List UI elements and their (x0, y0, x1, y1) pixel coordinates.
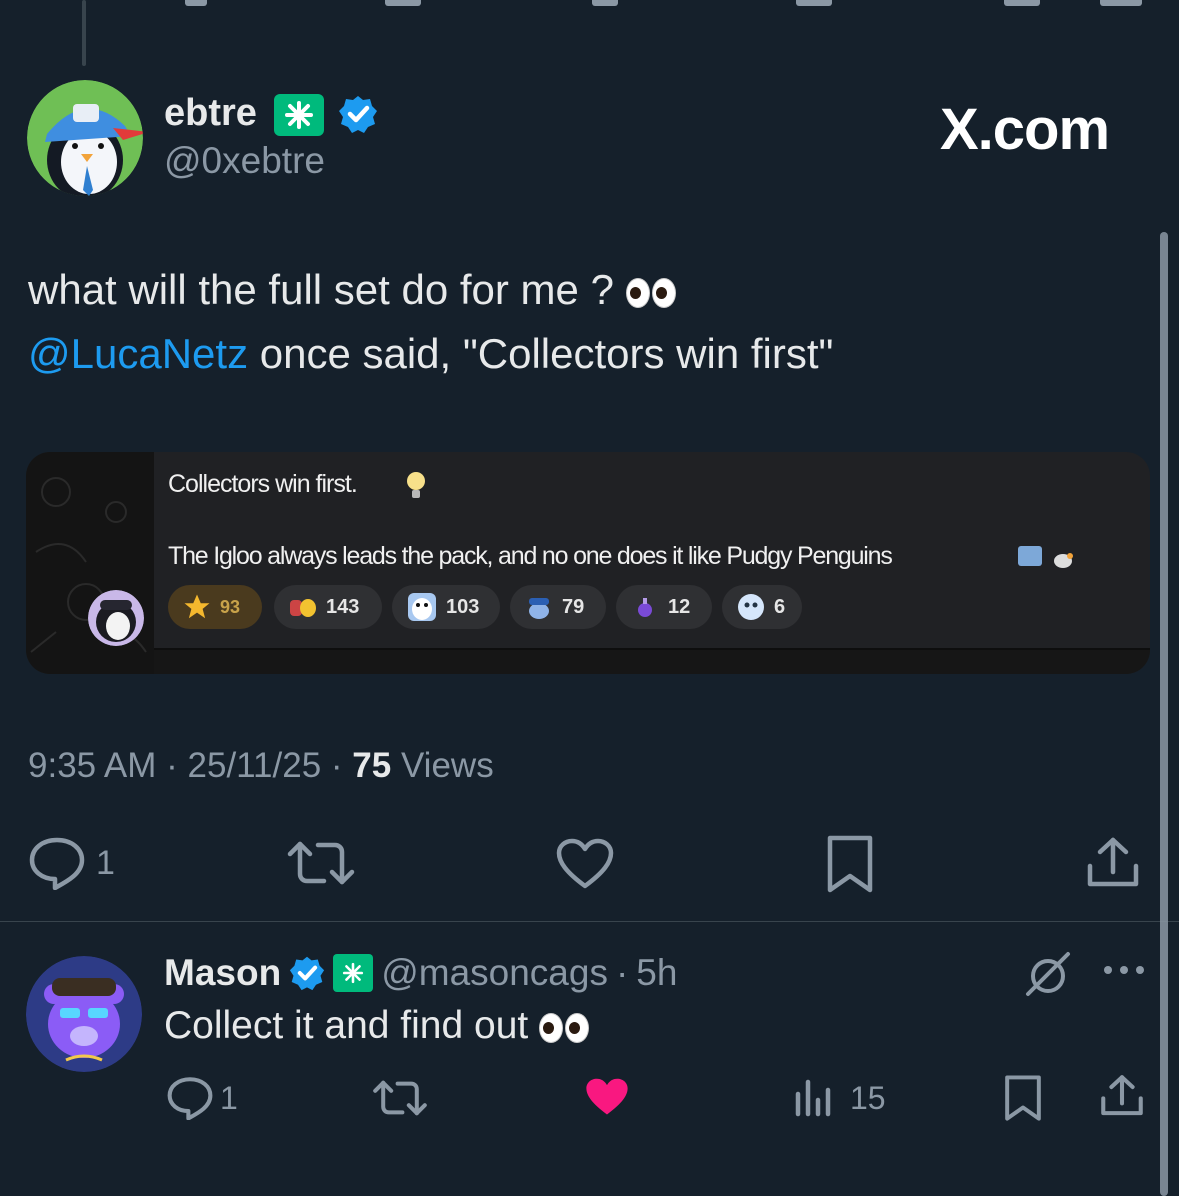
views-bars-icon (795, 1079, 831, 1117)
verified-check-icon (290, 956, 325, 991)
bookmark-button[interactable] (826, 834, 874, 899)
reaction-pill[interactable]: 79 (510, 585, 606, 629)
grok-button[interactable] (1024, 950, 1072, 1003)
reaction-count: 12 (668, 595, 691, 618)
share-button[interactable] (1086, 836, 1140, 895)
author-display-name[interactable]: ebtre (164, 92, 257, 135)
reaction-count: 143 (326, 595, 360, 618)
reply-views-button[interactable]: 15 (794, 1078, 886, 1118)
reply-reply-button[interactable]: 1 (166, 1076, 238, 1120)
image-left-pattern (26, 452, 154, 674)
author-handle[interactable]: @0xebtre (164, 140, 325, 182)
grok-icon (1026, 952, 1070, 996)
share-icon (1101, 1075, 1143, 1116)
eyes-emoji-icon (625, 277, 676, 308)
reply-reply-count: 1 (220, 1079, 238, 1116)
embedded-line1: Collectors win first. (168, 470, 358, 498)
reaction-pill[interactable]: 6 (722, 585, 802, 629)
embedded-author-avatar (88, 590, 144, 646)
reply-share-button[interactable] (1100, 1074, 1144, 1123)
heart-filled-icon (586, 1078, 628, 1115)
share-icon (1087, 837, 1139, 887)
reply-like-button[interactable] (584, 1076, 630, 1123)
reply-views-count: 15 (850, 1079, 886, 1116)
reply-icon (29, 837, 85, 890)
verified-check-icon (338, 94, 378, 139)
tweet-quote-text: once said, "Collectors win first" (248, 330, 834, 377)
retweet-icon (373, 1080, 427, 1116)
retweet-icon (287, 841, 355, 885)
thread-connector-line (82, 0, 86, 66)
tweet-meta: 9:35 AM · 25/11/25 · 75 Views (28, 746, 494, 785)
heart-icon (556, 838, 614, 889)
reply-author-avatar[interactable] (26, 956, 142, 1072)
divider (0, 921, 1179, 922)
verified-org-badge-icon (333, 954, 374, 992)
embedded-line2: The Igloo always leads the pack, and no … (168, 542, 893, 570)
tweet-time[interactable]: 9:35 AM (28, 746, 156, 785)
ghost-penguin-icon (738, 594, 764, 620)
tweet-text: what will the full set do for me ? (28, 266, 626, 313)
author-avatar[interactable] (27, 80, 143, 196)
more-dots-icon (1104, 966, 1144, 974)
bookmark-icon (1005, 1075, 1041, 1121)
reply-display-name[interactable]: Mason (164, 952, 281, 994)
reply-bookmark-button[interactable] (1004, 1074, 1042, 1127)
scrollbar[interactable] (1160, 232, 1168, 1196)
verified-org-badge-icon (274, 94, 324, 136)
image-bottom-strip (154, 648, 1150, 674)
reply-text: Collect it and find out (164, 1004, 540, 1047)
potion-icon (638, 598, 652, 617)
like-button[interactable] (556, 838, 614, 895)
igloo-icon (1018, 546, 1042, 566)
reply-age[interactable]: 5h (636, 952, 677, 994)
bookmark-icon (827, 835, 873, 893)
reaction-pill[interactable]: 103 (392, 585, 500, 629)
reply-icon (167, 1077, 213, 1120)
reply-header: Mason @masoncags · 5h (164, 952, 678, 994)
x-com-watermark: X.com (940, 97, 1110, 162)
penguin-face-icon (408, 593, 436, 621)
reply-text-row: Collect it and find out (164, 1004, 590, 1048)
eyes-emoji-icon (539, 1012, 590, 1043)
views-count: 75 (352, 746, 392, 785)
penguin-duo-icon (290, 599, 316, 617)
penguin-cap-icon (529, 598, 549, 619)
more-options-button[interactable] (1104, 966, 1144, 974)
reaction-count: 93 (220, 596, 241, 617)
reply-retweet-button[interactable] (372, 1078, 428, 1123)
tweet-text-line2: @LucaNetz once said, "Collectors win fir… (28, 330, 833, 378)
reaction-pill[interactable]: 143 (274, 585, 382, 629)
reaction-count: 79 (562, 595, 585, 618)
penguin-small-icon (1050, 550, 1076, 568)
tweet-date[interactable]: 25/11/25 (188, 746, 322, 785)
lightbulb-icon (404, 470, 428, 507)
mention-link[interactable]: @LucaNetz (28, 330, 248, 377)
star-icon (184, 594, 210, 619)
reaction-pill[interactable]: 93 (168, 585, 262, 629)
reaction-pill[interactable]: 12 (616, 585, 712, 629)
reaction-count: 103 (446, 595, 480, 618)
views-label: Views (400, 746, 494, 785)
retweet-button[interactable] (286, 838, 356, 893)
reaction-count: 6 (774, 595, 786, 618)
reply-handle[interactable]: @masoncags (381, 952, 608, 994)
reply-button[interactable]: 1 (28, 836, 115, 890)
reply-count: 1 (96, 843, 115, 882)
tweet-text-line1: what will the full set do for me ? (28, 266, 676, 314)
